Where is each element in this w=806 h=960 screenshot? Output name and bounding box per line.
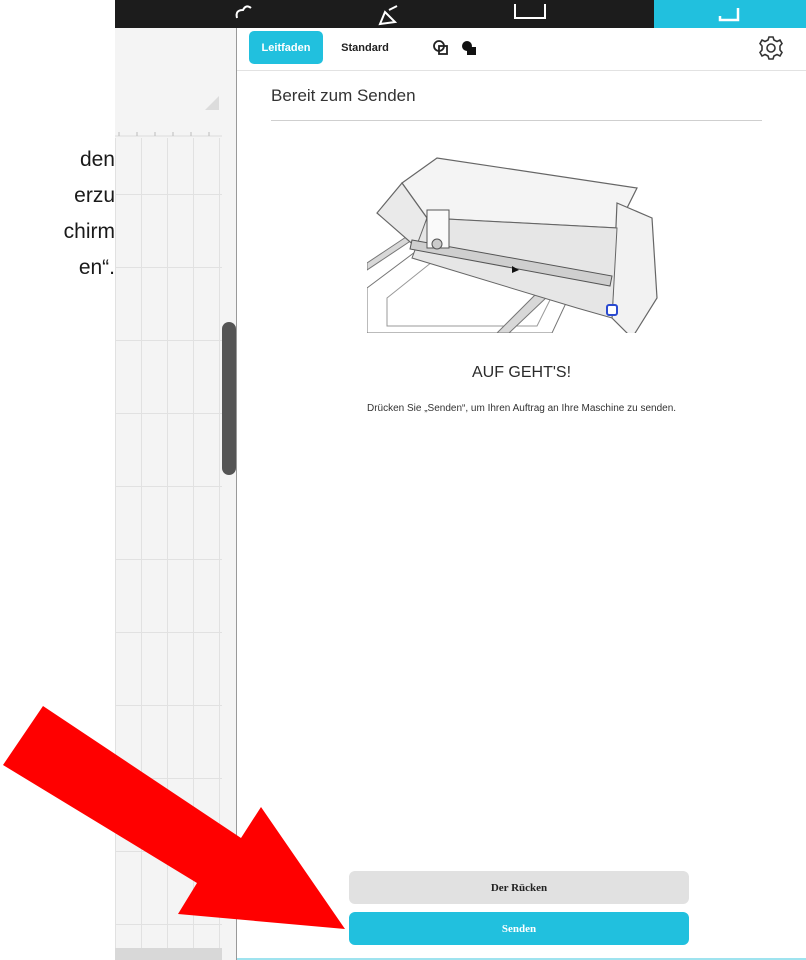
- page-title: Bereit zum Senden: [271, 86, 416, 105]
- ready-headline: AUF GEHT'S!: [471, 364, 572, 381]
- top-toolbar: [115, 0, 806, 28]
- send-tab[interactable]: [654, 0, 806, 28]
- send-button[interactable]: Senden: [349, 912, 689, 945]
- gear-icon[interactable]: [757, 34, 785, 62]
- document-text-fragment: den erzu chirm en“.: [0, 142, 115, 286]
- app-window: Leitfaden Standard Bereit zum Senden AUF…: [115, 0, 806, 960]
- overlap-shapes-icon[interactable]: [431, 38, 451, 58]
- doc-line: en“.: [78, 256, 115, 279]
- doc-line: erzu: [74, 184, 115, 207]
- doc-line: chirm: [63, 220, 115, 243]
- scrollbar-track[interactable]: [222, 28, 236, 960]
- send-instructions: Drücken Sie „Senden“, um Ihren Auftrag a…: [366, 403, 677, 414]
- corner-marker: [205, 96, 219, 110]
- back-button[interactable]: Der Rücken: [349, 871, 689, 904]
- tab-standard[interactable]: Standard: [329, 31, 401, 64]
- canvas-bottom-strip: [115, 948, 236, 960]
- ruler-marks: [115, 96, 236, 137]
- pen-icon[interactable]: [377, 4, 403, 28]
- canvas-ruler: [115, 28, 236, 138]
- mode-bar: Leitfaden Standard: [237, 28, 806, 71]
- title-divider: [271, 120, 762, 121]
- doc-line: den: [79, 148, 115, 171]
- send-icon: [718, 8, 740, 22]
- filled-shapes-icon[interactable]: [459, 38, 479, 58]
- tab-guided[interactable]: Leitfaden: [249, 31, 323, 64]
- scrollbar-thumb[interactable]: [222, 322, 236, 475]
- send-panel: Leitfaden Standard Bereit zum Senden AUF…: [237, 28, 806, 960]
- cutting-machine-illustration: [367, 157, 658, 333]
- cloud-icon[interactable]: [233, 4, 259, 24]
- document-icon[interactable]: [513, 4, 547, 24]
- design-canvas[interactable]: [115, 28, 236, 960]
